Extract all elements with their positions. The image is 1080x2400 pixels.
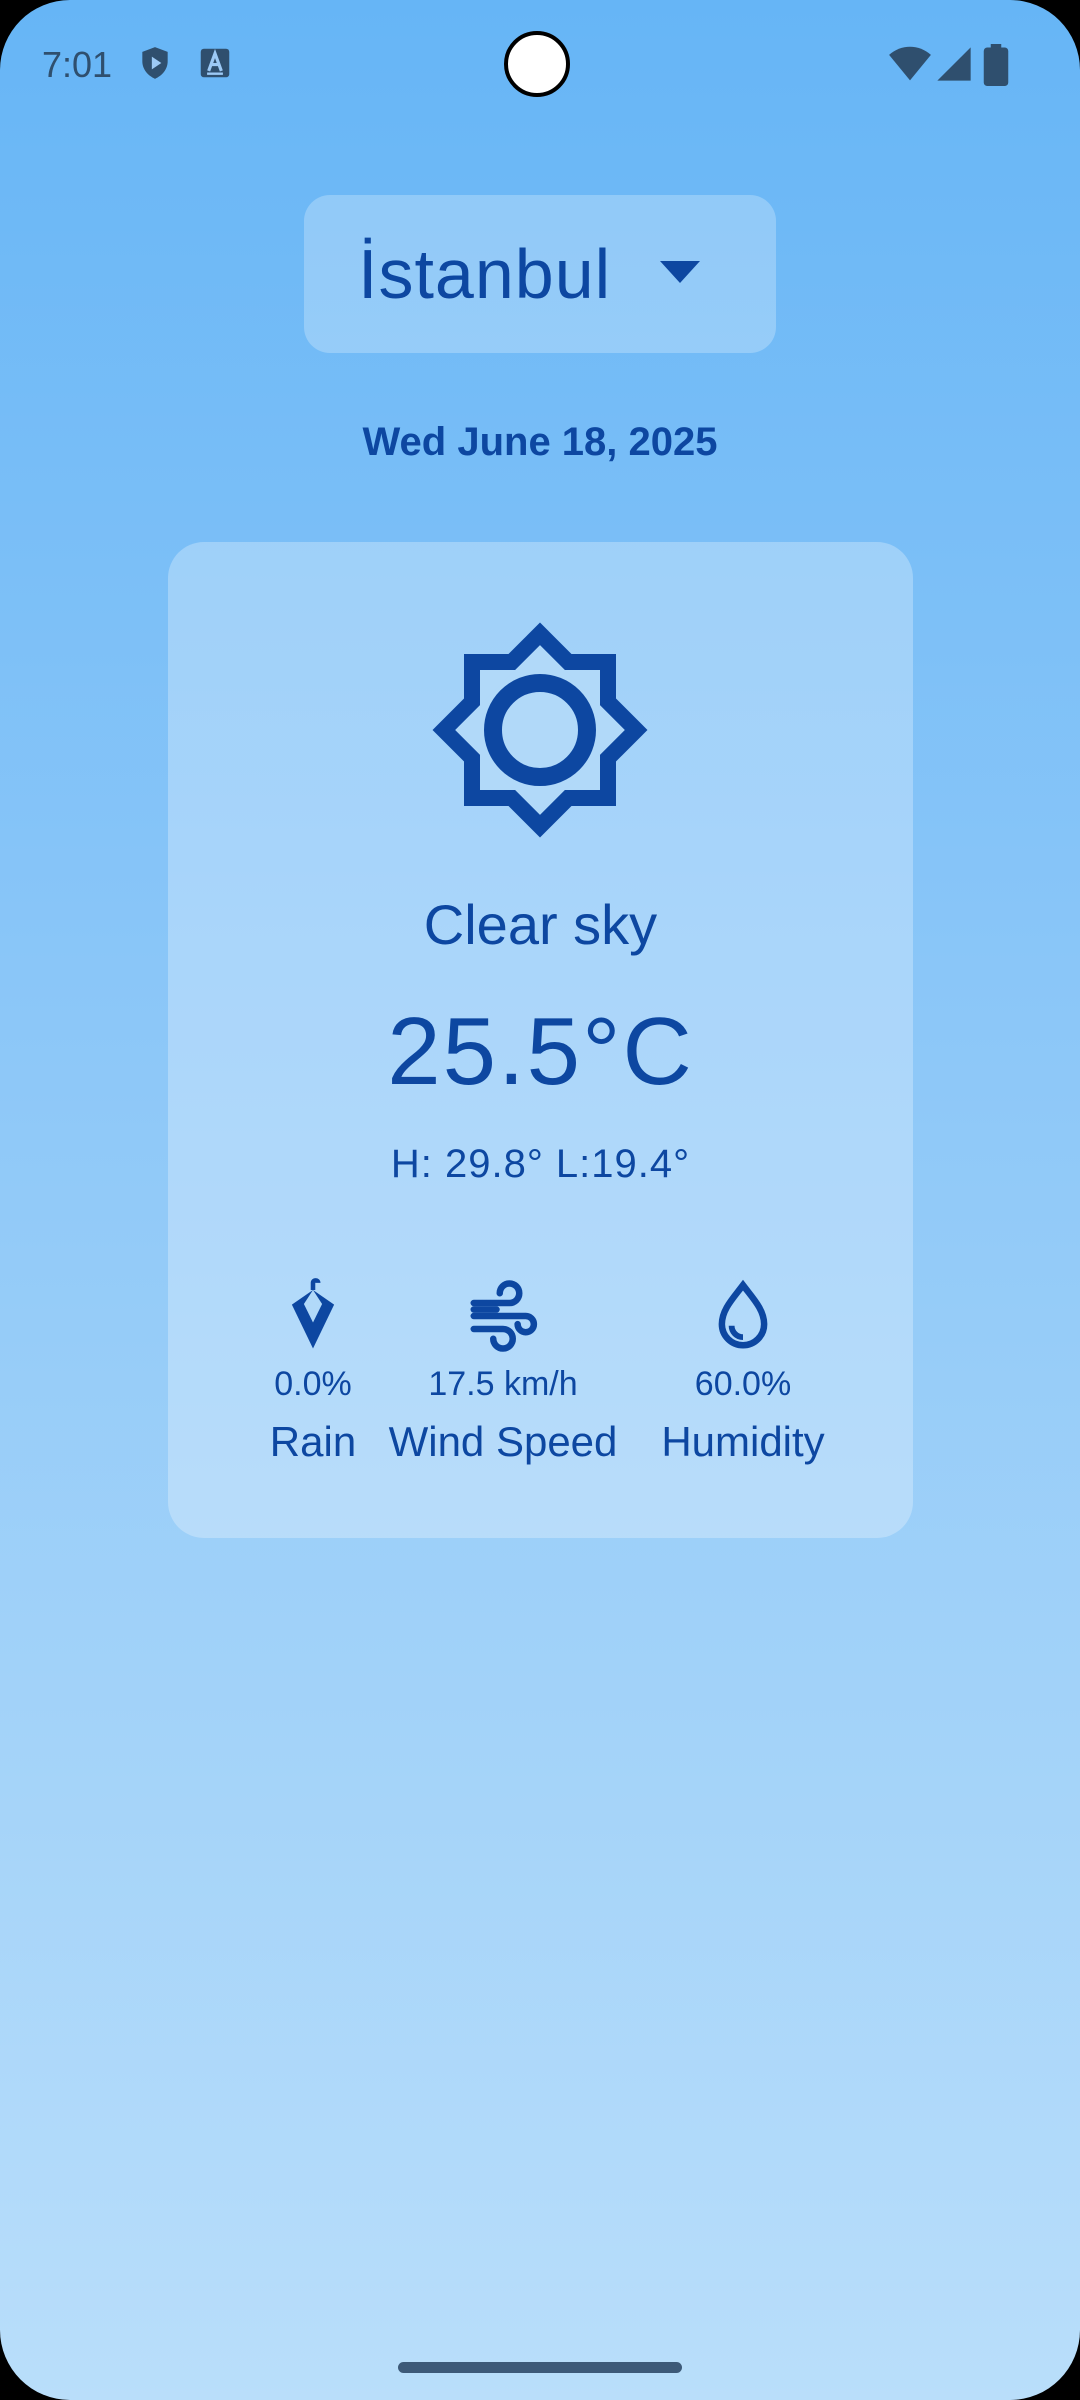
city-name: İstanbul xyxy=(358,235,612,313)
weather-condition: Clear sky xyxy=(423,893,658,956)
wind-speed-label: Wind Speed xyxy=(388,1418,618,1465)
city-dropdown[interactable]: İstanbul xyxy=(304,195,776,353)
date-label: Wed June 18, 2025 xyxy=(362,420,718,464)
wind-speed-value: 17.5 km/h xyxy=(428,1365,578,1403)
humidity-label: Humidity xyxy=(661,1418,825,1465)
humidity-value: 60.0% xyxy=(694,1365,792,1403)
wind-icon xyxy=(470,1280,538,1352)
umbrella-icon xyxy=(291,1278,335,1349)
current-temperature: 25.5°C xyxy=(387,998,694,1105)
chevron-down-icon xyxy=(660,261,700,283)
sun-icon xyxy=(432,622,648,838)
high-low-temperature: H: 29.8° L:19.4° xyxy=(390,1142,691,1186)
battery-icon xyxy=(983,44,1009,86)
status-bar: 7:01 xyxy=(0,0,1080,134)
weather-card: Clear sky 25.5°C H: 29.8° L:19.4° 0.0% R… xyxy=(168,542,913,1538)
humidity-stat: 60.0% Humidity xyxy=(638,1277,848,1466)
water-drop-icon xyxy=(718,1279,768,1349)
home-indicator[interactable] xyxy=(398,2362,682,2373)
status-time: 7:01 xyxy=(42,44,113,85)
weather-screen: 7:01 İstanbul Wed June 18, 2025 Clear sk… xyxy=(0,0,1080,2400)
play-shield-icon xyxy=(142,47,168,79)
wifi-icon xyxy=(889,46,931,81)
wind-speed-stat: 17.5 km/h Wind Speed xyxy=(368,1277,638,1466)
front-camera xyxy=(504,31,570,97)
accessibility-a-icon xyxy=(200,48,230,78)
signal-icon xyxy=(937,47,971,81)
